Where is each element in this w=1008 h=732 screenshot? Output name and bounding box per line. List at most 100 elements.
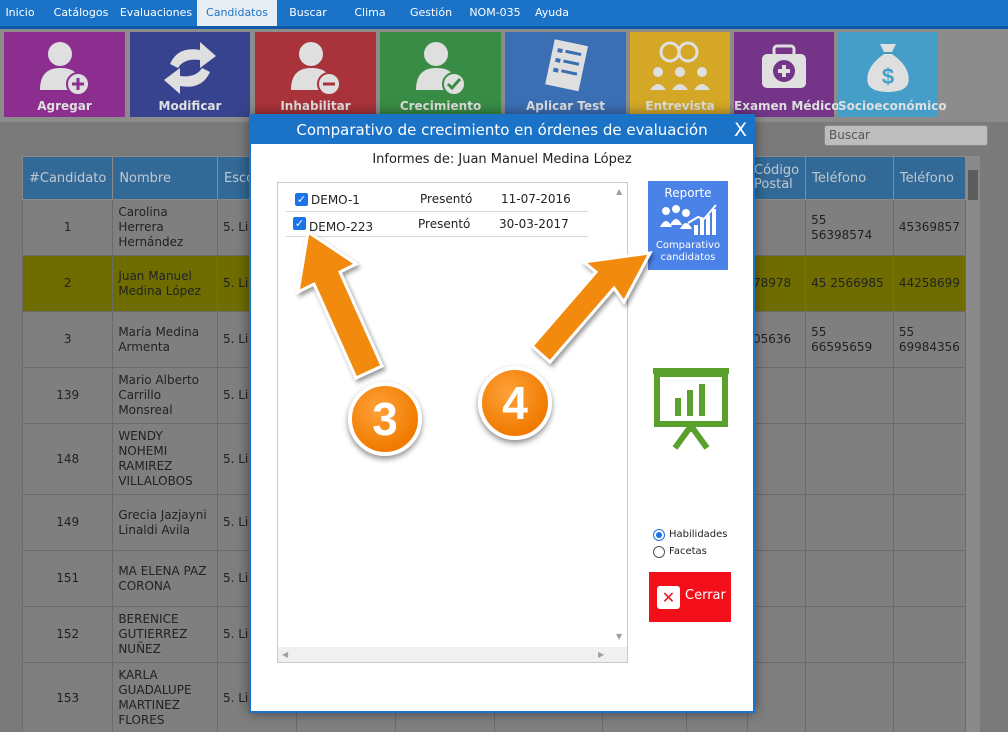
apply-test-button[interactable]: Aplicar Test [505, 32, 626, 117]
candidate-name: KARLA GUADALUPE MARTINEZ FLORES [112, 662, 218, 732]
report-code: DEMO-1 [311, 193, 360, 207]
toolbar-button-label: Socioeconómico [838, 99, 947, 113]
report-status: Presentó [420, 192, 473, 206]
candidate-id: 153 [22, 662, 114, 732]
radio-facetas[interactable]: Facetas [653, 543, 728, 560]
scroll-right-arrow-icon[interactable]: ▶ [598, 650, 604, 659]
candidate-name: Mario Alberto Carrillo Monsreal [112, 367, 218, 424]
table-scrollbar[interactable] [966, 156, 980, 732]
toolbar-button-label: Crecimiento [399, 99, 482, 113]
report-button-line2: Comparativo candidatos [655, 240, 721, 263]
menu-item-nom035[interactable]: NOM-035 [463, 0, 527, 26]
report-date: 11-07-2016 [501, 192, 571, 206]
menu-item-buscar[interactable]: Buscar [282, 0, 334, 26]
medical-kit-icon [762, 44, 806, 88]
report-checkbox-checked-icon[interactable]: ✓ [295, 193, 308, 206]
candidate-phone: 45 2566985 [805, 255, 894, 312]
user-check-icon [416, 42, 466, 96]
candidate-phone-2: 44258699 [892, 255, 966, 312]
modify-candidate-button[interactable]: Modificar [130, 32, 250, 117]
radio-selected-icon[interactable] [653, 528, 665, 541]
candidate-id: 139 [22, 367, 114, 424]
scroll-up-arrow-icon[interactable]: ▲ [616, 187, 622, 196]
candidate-id: 2 [22, 255, 114, 312]
medical-exam-button[interactable]: Examen Médico [734, 32, 840, 117]
presentation-chart-icon[interactable] [651, 366, 731, 451]
radio-label: Habilidades [669, 529, 728, 540]
close-button-label: Cerrar [685, 588, 726, 603]
candidate-phone: 55 66595659 [805, 311, 894, 368]
column-header[interactable]: Nombre [112, 156, 218, 200]
comparative-report-button[interactable]: Reporte Comparativo candidatos [648, 181, 728, 270]
scroll-left-arrow-icon[interactable]: ◀ [282, 650, 288, 659]
column-header[interactable]: #Candidato [22, 156, 114, 200]
disable-candidate-button[interactable]: Inhabilitar [255, 32, 376, 117]
candidate-id: 152 [22, 606, 114, 663]
list-item[interactable]: ✓ DEMO-223 Presentó 30-03-2017 [286, 212, 588, 237]
candidate-name: Carolina Herrera Hernández [112, 199, 218, 256]
menu-item-candidatos[interactable]: Candidatos [197, 0, 277, 26]
menu-item-inicio[interactable]: Inicio [0, 0, 40, 26]
refresh-arrows-icon [164, 42, 216, 94]
column-header[interactable]: Código Postal [747, 156, 807, 200]
candidate-name: BERENICE GUTIERREZ NUÑEZ [112, 606, 218, 663]
column-header[interactable]: Teléfono [805, 156, 894, 200]
radio-habilidades[interactable]: Habilidades [653, 526, 728, 543]
list-horizontal-scrollbar[interactable]: ◀ ▶ [278, 647, 627, 662]
step-badge-3: 3 [348, 382, 422, 456]
close-x-icon: ✕ [657, 586, 680, 609]
list-item[interactable]: ✓ DEMO-1 Presentó 11-07-2016 [286, 187, 588, 212]
candidate-name: WENDY NOHEMI RAMIREZ VILLALOBOS [112, 423, 218, 495]
menu-item-ayuda[interactable]: Ayuda [530, 0, 574, 26]
svg-text:$: $ [882, 64, 894, 89]
toolbar-button-label: Entrevista [645, 99, 715, 113]
radio-label: Facetas [669, 546, 707, 557]
candidate-name: Grecia Jazjayni Linaldi Avila [112, 494, 218, 551]
close-button[interactable]: ✕ Cerrar [649, 572, 731, 622]
add-candidate-button[interactable]: Agregar [4, 32, 125, 117]
scroll-down-arrow-icon[interactable]: ▼ [616, 632, 622, 641]
toolbar-button-label: Aplicar Test [525, 99, 606, 113]
radio-unselected-icon[interactable] [653, 545, 665, 558]
search-input[interactable]: Buscar [824, 125, 988, 146]
candidate-zip: 78978 [747, 255, 807, 312]
step-badge-4: 4 [478, 366, 552, 440]
menu-item-evaluaciones[interactable]: Evaluaciones [118, 0, 194, 26]
report-button-line1: Reporte [664, 186, 712, 200]
report-date: 30-03-2017 [499, 217, 569, 231]
money-bag-icon: $ [867, 44, 909, 92]
add-user-icon [40, 42, 90, 96]
column-header[interactable]: Teléfono [892, 156, 966, 200]
candidate-name: MA ELENA PAZ CORONA [112, 550, 218, 607]
reports-list[interactable]: ✓ DEMO-1 Presentó 11-07-2016 ✓ DEMO-223 … [277, 182, 628, 663]
candidate-id: 3 [22, 311, 114, 368]
candidate-zip: 05636 [747, 311, 807, 368]
dialog-close-icon[interactable]: X [734, 116, 747, 144]
remove-user-icon [291, 42, 341, 96]
report-code: DEMO-223 [309, 220, 374, 234]
list-vertical-scrollbar[interactable]: ▲ ▼ [612, 183, 627, 648]
candidate-id: 1 [22, 199, 114, 256]
candidate-zip [747, 199, 807, 256]
dialog-title: Comparativo de crecimiento en órdenes de… [251, 116, 753, 144]
toolbar-button-label: Inhabilitar [280, 99, 351, 113]
toolbar: Agregar Modificar Inhabilitar Crecimient… [0, 29, 1008, 122]
menu-item-clima[interactable]: Clima [348, 0, 392, 26]
candidate-id: 148 [22, 423, 114, 495]
toolbar-button-label: Examen Médico [734, 99, 840, 113]
growth-chart-people-icon [660, 204, 717, 235]
toolbar-button-label: Modificar [158, 99, 222, 113]
report-status: Presentó [418, 217, 471, 231]
menu-item-catalogos[interactable]: Catálogos [48, 0, 114, 26]
candidate-phone-2: 45369857 [892, 199, 966, 256]
growth-button[interactable]: Crecimiento [380, 32, 501, 117]
report-checkbox-checked-icon[interactable]: ✓ [293, 217, 306, 230]
main-menu-bar: Inicio Catálogos Evaluaciones Candidatos… [0, 0, 1008, 29]
candidate-name: Juan Manuel Medina López [112, 255, 218, 312]
scrollbar-thumb[interactable] [968, 170, 978, 200]
menu-item-gestion[interactable]: Gestión [404, 0, 458, 26]
candidate-phone-2: 55 69984356 [892, 311, 966, 368]
candidate-id: 149 [22, 494, 114, 551]
interview-button[interactable]: Entrevista [630, 32, 730, 117]
socioeconomic-button[interactable]: $ Socioeconómico [838, 32, 947, 117]
